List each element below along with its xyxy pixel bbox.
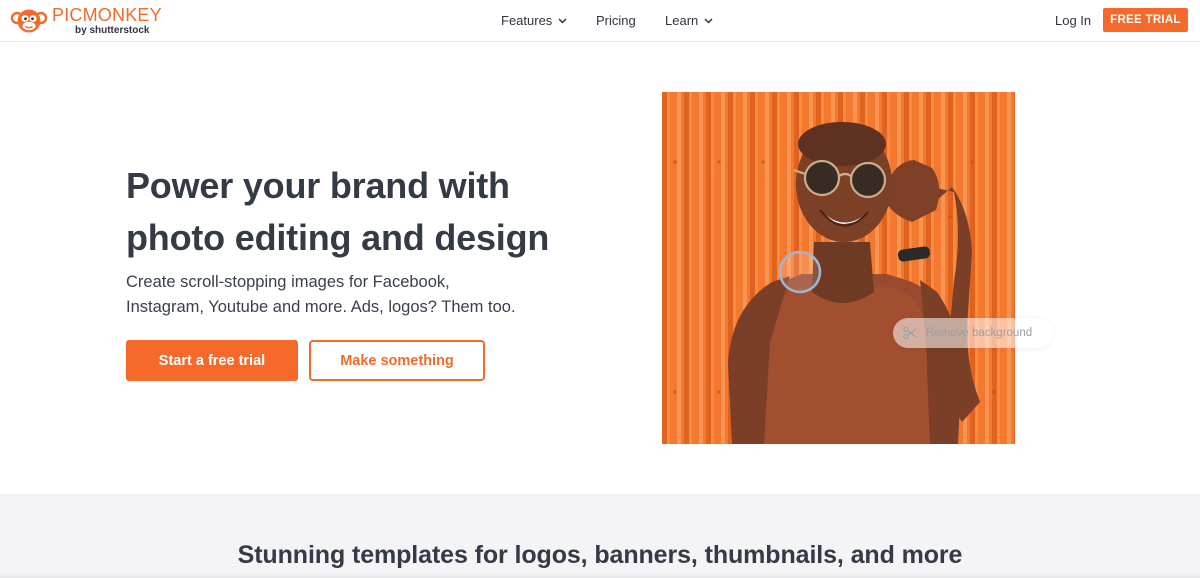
hero-subtitle-line-2: Instagram, Youtube and more. Ads, logos?… bbox=[126, 298, 516, 316]
chevron-down-icon bbox=[704, 17, 713, 24]
nav-features-label: Features bbox=[501, 13, 553, 28]
bottom-fade bbox=[0, 574, 1200, 578]
scissors-icon bbox=[903, 326, 917, 340]
templates-heading: Stunning templates for logos, banners, t… bbox=[237, 541, 963, 569]
free-trial-button[interactable]: FREE TRIAL bbox=[1103, 8, 1188, 32]
hero-photo-illustration bbox=[662, 92, 1015, 444]
nav-pricing-label: Pricing bbox=[596, 13, 636, 28]
start-free-trial-button[interactable]: Start a free trial bbox=[126, 340, 298, 381]
nav-pricing[interactable]: Pricing bbox=[596, 13, 636, 28]
make-something-button[interactable]: Make something bbox=[309, 340, 485, 381]
hero-subtitle: Create scroll-stopping images for Facebo… bbox=[126, 270, 546, 320]
nav-learn-label: Learn bbox=[665, 13, 699, 28]
hero-title-line-1: Power your brand with bbox=[126, 165, 510, 206]
hero-title-line-2: photo editing and design bbox=[126, 217, 550, 258]
remove-background-chip[interactable]: Remove background bbox=[893, 318, 1053, 348]
hero-title: Power your brand with photo editing and … bbox=[126, 160, 586, 264]
top-navigation-bar: PICMONKEY by shutterstock Features Prici… bbox=[0, 0, 1200, 42]
hero-photo bbox=[662, 92, 1015, 444]
main-nav: Features Pricing Learn bbox=[0, 13, 1200, 29]
login-link[interactable]: Log In bbox=[1055, 13, 1091, 28]
remove-background-label: Remove background bbox=[926, 327, 1033, 339]
hero-subtitle-line-1: Create scroll-stopping images for Facebo… bbox=[126, 273, 450, 291]
nav-learn[interactable]: Learn bbox=[665, 13, 713, 28]
nav-features[interactable]: Features bbox=[501, 13, 567, 28]
chevron-down-icon bbox=[558, 17, 567, 24]
